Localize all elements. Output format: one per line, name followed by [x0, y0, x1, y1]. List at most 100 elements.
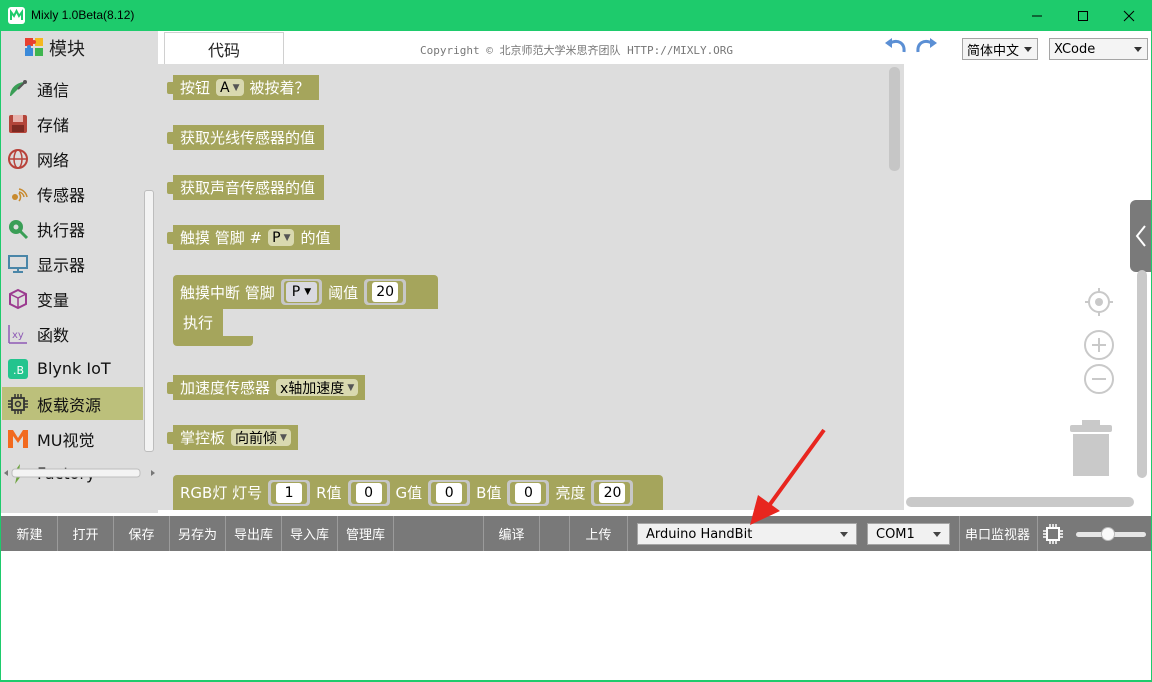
block-touch-pin[interactable]: 触摸 管脚 # P ▼ 的值 [167, 225, 340, 250]
statement-input-slot [223, 309, 283, 336]
button-field[interactable]: A ▼ [216, 79, 244, 96]
window-border-left [0, 31, 1, 682]
chip-gear-icon [8, 393, 28, 414]
sidebar-horizontal-scrollbar[interactable] [2, 467, 157, 479]
sidebar-item-sensor[interactable]: 传感器 [2, 177, 143, 210]
workspace-horizontal-scrollbar[interactable] [906, 497, 1134, 507]
chevron-left-icon [1135, 225, 1146, 247]
svg-text:xy: xy [12, 330, 24, 341]
threshold-input-slot[interactable]: 20 [364, 279, 407, 305]
block-button-pressed[interactable]: 按钮 A ▼ 被按着？ [167, 75, 319, 100]
zoom-out-icon[interactable] [1083, 363, 1115, 395]
window-title: Mixly 1.0Beta(8.12) [31, 8, 135, 22]
title-bar: Mixly 1.0Beta(8.12) [0, 0, 1152, 31]
serial-monitor-button[interactable]: 串口监视器 [965, 516, 1030, 551]
open-button[interactable]: 打开 [58, 516, 114, 551]
sidebar-item-variables[interactable]: 变量 [2, 282, 143, 315]
blue-value[interactable]: 0 [515, 482, 542, 503]
annotation-arrow-icon [750, 428, 826, 525]
tilt-field[interactable]: 向前倾 ▼ [231, 429, 291, 447]
minimize-button[interactable] [1014, 0, 1060, 31]
svg-text:.B: .B [13, 364, 24, 377]
redo-icon[interactable] [914, 37, 938, 57]
blynk-icon: .B [8, 358, 28, 379]
block-accelerometer[interactable]: 加速度传感器 x轴加速度 ▼ [167, 375, 366, 400]
close-button[interactable] [1106, 0, 1152, 31]
block-board-tilt[interactable]: 掌控板 向前倾 ▼ [167, 425, 298, 450]
chevron-down-icon [1024, 47, 1032, 52]
sidebar-item-blynk-iot[interactable]: .B Blynk IoT [2, 352, 143, 385]
toolbar-divider [959, 516, 960, 551]
block-touch-interrupt[interactable]: 触摸中断 管脚 P ▼ 阈值 20 [173, 275, 438, 309]
green-value-slot[interactable]: 0 [428, 479, 471, 506]
sidebar-item-network[interactable]: 网络 [2, 142, 143, 175]
compile-button[interactable]: 编译 [484, 516, 540, 551]
axis-field[interactable]: x轴加速度 ▼ [276, 379, 359, 397]
save-as-button[interactable]: 另存为 [170, 516, 226, 551]
undo-icon[interactable] [884, 37, 908, 57]
blue-value-slot[interactable]: 0 [507, 479, 550, 506]
minimize-icon [1032, 15, 1042, 16]
floppy-disk-icon [9, 114, 27, 133]
monitor-icon [8, 254, 28, 273]
copyright-text: Copyright © 北京师范大学米思齐团队 HTTP://MIXLY.ORG [420, 44, 734, 57]
led-number-slot[interactable]: 1 [268, 479, 311, 506]
zoom-slider-knob[interactable] [1100, 527, 1115, 541]
chip-icon[interactable] [1043, 524, 1063, 544]
sidebar-vertical-scrollbar[interactable] [144, 190, 154, 452]
function-xy-icon: xy [8, 324, 27, 344]
block-rgb-led[interactable]: RGB灯 灯号 1 R值 0 G值 0 B值 0 亮度 20 [173, 475, 663, 510]
touch-pin-field[interactable]: P ▼ [268, 229, 295, 246]
recenter-icon[interactable] [1083, 286, 1115, 318]
trash-icon[interactable] [1068, 420, 1114, 478]
led-number-value[interactable]: 1 [276, 482, 303, 503]
modules-header-label: 模块 [49, 39, 85, 60]
theme-select[interactable]: XCode [1049, 38, 1148, 60]
red-value[interactable]: 0 [355, 482, 382, 503]
save-button[interactable]: 保存 [114, 516, 170, 551]
port-select[interactable]: COM1 [867, 523, 950, 545]
export-lib-button[interactable]: 导出库 [226, 516, 282, 551]
block-touch-interrupt-bottom [173, 336, 253, 346]
brightness-value[interactable]: 20 [599, 482, 626, 503]
language-select[interactable]: 简体中文 [962, 38, 1038, 60]
new-button[interactable]: 新建 [2, 516, 58, 551]
flyout-scrollbar[interactable] [889, 67, 900, 171]
block-sound-sensor[interactable]: 获取声音传感器的值 [167, 175, 325, 200]
red-value-slot[interactable]: 0 [347, 479, 390, 506]
actuator-icon [9, 219, 29, 239]
sidebar-item-actuator[interactable]: 执行器 [2, 212, 143, 245]
block-touch-interrupt-exec: 执行 [173, 309, 223, 336]
pin-input-slot[interactable]: P ▼ [280, 279, 323, 305]
sidebar-item-onboard-resources[interactable]: 板载资源 [2, 387, 143, 420]
upload-button[interactable]: 上传 [570, 516, 628, 551]
maximize-button[interactable] [1060, 0, 1106, 31]
threshold-value[interactable]: 20 [372, 282, 399, 302]
collapse-panel-button[interactable] [1130, 200, 1152, 272]
toolbar-separator [540, 516, 570, 551]
sidebar-item-storage[interactable]: 存储 [2, 107, 143, 140]
manage-lib-button[interactable]: 管理库 [338, 516, 394, 551]
chevron-down-icon [933, 532, 941, 537]
block-light-sensor[interactable]: 获取光线传感器的值 [167, 125, 325, 150]
sidebar-item-display[interactable]: 显示器 [2, 247, 143, 280]
globe-icon [8, 148, 28, 169]
interrupt-pin-field[interactable]: P ▼ [285, 282, 318, 302]
sidebar-item-communication[interactable]: 通信 [2, 72, 143, 105]
import-lib-button[interactable]: 导入库 [282, 516, 338, 551]
workspace-vertical-scrollbar[interactable] [1137, 270, 1147, 478]
brightness-slot[interactable]: 20 [591, 479, 634, 506]
chevron-down-icon [840, 532, 848, 537]
console-output[interactable] [2, 551, 1150, 680]
zoom-in-icon[interactable] [1083, 329, 1115, 361]
modules-header: 模块 [0, 31, 158, 65]
toolbar-spacer [394, 516, 484, 551]
sidebar-item-mu-vision[interactable]: MU视觉 [2, 422, 143, 455]
mixly-logo-icon [8, 7, 25, 24]
green-value[interactable]: 0 [436, 482, 463, 503]
cube-icon [9, 288, 27, 309]
close-icon [1123, 10, 1135, 21]
sidebar-item-functions[interactable]: xy 函数 [2, 317, 143, 350]
tab-code[interactable]: 代码 [164, 32, 284, 64]
chevron-down-icon [1134, 47, 1142, 52]
